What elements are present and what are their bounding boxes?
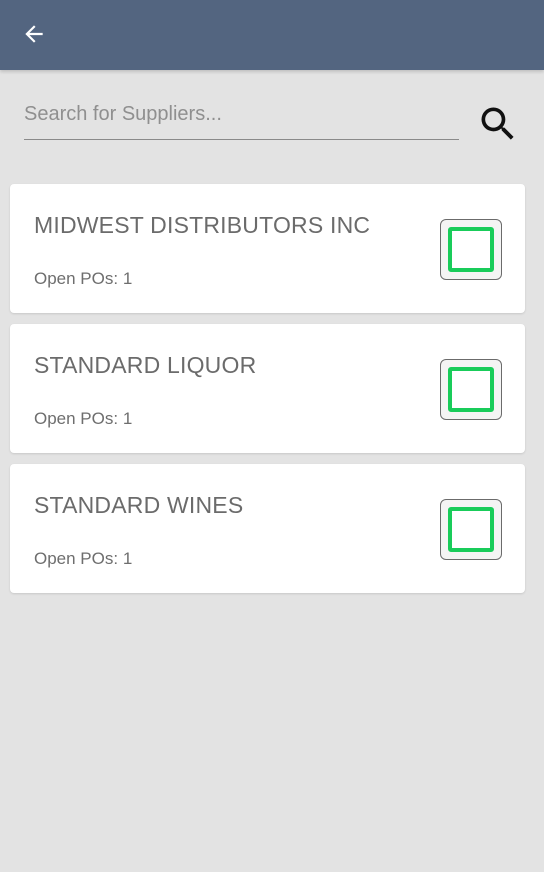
supplier-list: MIDWEST DISTRIBUTORS INC Open POs: 1 STA… [10,184,525,604]
arrow-left-icon [25,25,43,43]
open-pos-count: Open POs: 1 [34,269,133,288]
checkbox-square-icon [448,227,494,272]
checkbox-square-icon [448,507,494,552]
app-screen: MIDWEST DISTRIBUTORS INC Open POs: 1 STA… [0,0,544,872]
supplier-card[interactable]: MIDWEST DISTRIBUTORS INC Open POs: 1 [10,184,525,313]
select-checkbox[interactable] [440,359,502,420]
select-checkbox[interactable] [440,499,502,560]
search-bar [0,90,544,160]
open-pos-count: Open POs: 1 [34,409,133,428]
select-checkbox[interactable] [440,219,502,280]
supplier-name: MIDWEST DISTRIBUTORS INC [34,212,371,238]
supplier-name: STANDARD LIQUOR [34,352,257,378]
top-app-bar [0,0,544,70]
supplier-card[interactable]: STANDARD LIQUOR Open POs: 1 [10,324,525,453]
checkbox-square-icon [448,367,494,412]
search-button[interactable] [474,102,522,146]
search-icon [481,107,514,140]
open-pos-count: Open POs: 1 [34,549,133,568]
supplier-name: STANDARD WINES [34,492,244,518]
search-input[interactable] [24,98,459,140]
back-button[interactable] [14,14,54,54]
supplier-card[interactable]: STANDARD WINES Open POs: 1 [10,464,525,593]
